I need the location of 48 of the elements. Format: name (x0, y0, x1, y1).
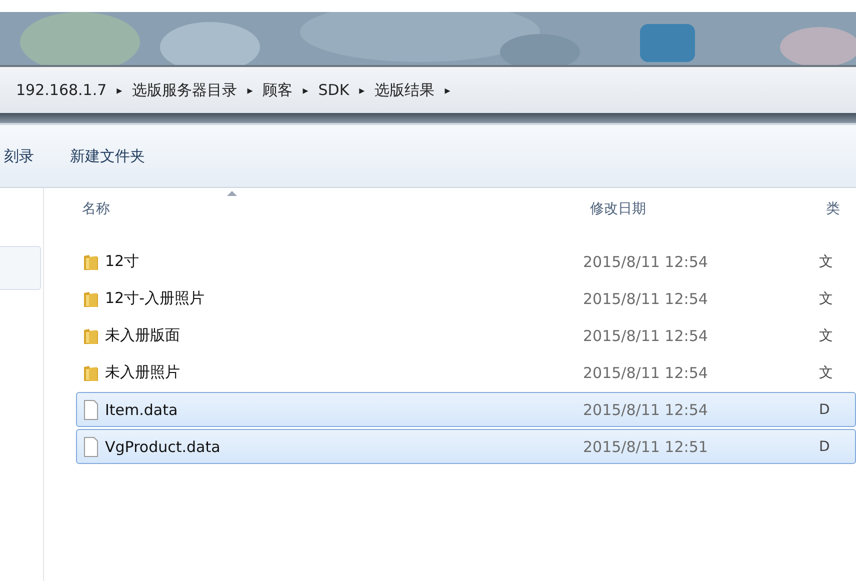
folder-icon (83, 290, 99, 308)
sort-arrow-icon (227, 191, 237, 196)
column-header[interactable]: 名称 (82, 200, 590, 218)
type-cell: D (819, 402, 830, 418)
breadcrumb-arrow[interactable]: ▸ (355, 84, 369, 96)
type-cell: 文 (819, 364, 833, 382)
type-cell: 文 (819, 326, 833, 344)
file-name: 未入册版面 (105, 326, 180, 345)
breadcrumb-arrow[interactable]: ▸ (243, 84, 257, 96)
breadcrumb-item[interactable]: 192.168.1.7 (10, 81, 113, 99)
date-cell-text: 2015/8/11 12:54 (583, 400, 709, 418)
file-row[interactable]: Item.data 2015/8/11 12:54 D (76, 392, 856, 427)
file-name: 12寸 (105, 252, 140, 271)
file-name: Item.data (105, 400, 178, 418)
breadcrumb-arrow[interactable]: ▸ (440, 84, 454, 96)
file-name: 未入册照片 (105, 363, 180, 382)
breadcrumb-item[interactable]: 选版结果 (368, 80, 441, 100)
breadcrumb-arrow[interactable]: ▸ (112, 84, 126, 96)
file-row[interactable]: VgProduct.data 2015/8/11 12:51 D (76, 429, 856, 464)
date-cell-text: 2015/8/11 12:54 (583, 364, 709, 382)
file-row[interactable]: 12寸 2015/8/11 12:54 文 (76, 244, 856, 279)
toolbar-button[interactable]: 刻录 (2, 142, 36, 170)
breadcrumb-arrow[interactable]: ▸ (298, 84, 312, 96)
folder-icon (83, 364, 99, 382)
type-cell: 文 (819, 252, 833, 270)
folder-icon (83, 252, 99, 270)
type-cell: 文 (819, 290, 833, 308)
file-icon (83, 400, 99, 420)
breadcrumb-item[interactable]: 顾客 (256, 80, 299, 100)
date-cell-text: 2015/8/11 12:54 (583, 326, 709, 344)
file-name: VgProduct.data (105, 438, 220, 456)
file-icon (83, 436, 99, 456)
file-name: 12寸-入册照片 (105, 289, 204, 308)
folder-icon (83, 326, 99, 344)
file-row[interactable]: 未入册照片 2015/8/11 12:54 文 (76, 355, 856, 390)
column-header[interactable]: 类 (826, 200, 840, 218)
column-header[interactable]: 修改日期 (590, 200, 826, 218)
toolbar-button[interactable]: 新建文件夹 (68, 142, 147, 170)
nav-item[interactable] (0, 246, 41, 290)
date-cell-text: 2015/8/11 12:54 (583, 252, 709, 270)
breadcrumb-item[interactable]: 选版服务器目录 (126, 80, 244, 100)
file-row[interactable]: 12寸-入册照片 2015/8/11 12:54 文 (76, 281, 856, 316)
date-cell-text: 2015/8/11 12:51 (583, 438, 709, 456)
date-cell-text: 2015/8/11 12:54 (583, 290, 709, 308)
breadcrumb-item[interactable]: SDK (312, 81, 356, 99)
address-bar[interactable]: 192.168.1.7 ▸ 选版服务器目录 ▸ 顾客 ▸ SDK ▸ 选版结果 ▸ (0, 65, 856, 113)
type-cell: D (819, 438, 830, 454)
file-row[interactable]: 未入册版面 2015/8/11 12:54 文 (76, 318, 856, 353)
